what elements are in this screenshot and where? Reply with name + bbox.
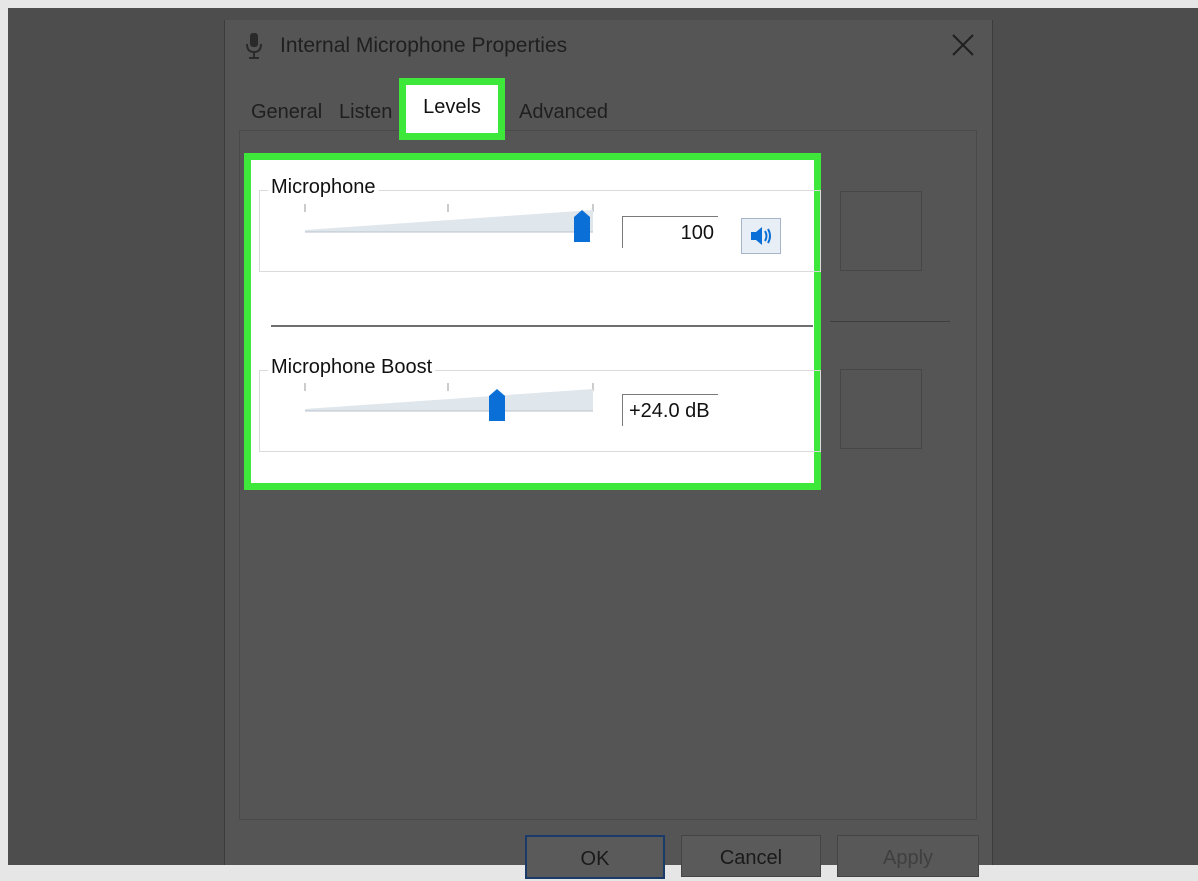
microphone-boost-slider[interactable] — [303, 383, 595, 421]
section-divider — [271, 325, 813, 327]
close-icon[interactable] — [950, 32, 976, 58]
microphone-level-slider[interactable] — [303, 204, 601, 242]
microphone-level-value[interactable]: 100 — [622, 216, 718, 248]
tab-advanced[interactable]: Advanced — [513, 98, 614, 127]
speaker-icon — [751, 227, 771, 245]
microphone-boost-label: Microphone Boost — [268, 356, 436, 379]
tab-listen[interactable]: Listen — [333, 98, 407, 127]
levels-panel: Microphone 100 Microphone Boost +24.0 dB — [244, 153, 821, 490]
panel-divider-edge — [830, 321, 950, 322]
cancel-button[interactable]: Cancel — [681, 835, 821, 877]
panel-edge — [840, 369, 922, 449]
microphone-boost-value[interactable]: +24.0 dB — [622, 394, 718, 426]
tab-levels[interactable]: Levels — [399, 78, 505, 140]
panel-edge — [840, 191, 922, 271]
microphone-icon — [246, 33, 262, 59]
tab-general[interactable]: General — [245, 98, 328, 127]
apply-button[interactable]: Apply — [837, 835, 979, 877]
tab-levels-label: Levels — [423, 96, 481, 118]
microphone-label: Microphone — [268, 176, 379, 199]
ok-button[interactable]: OK — [525, 835, 665, 879]
window-title: Internal Microphone Properties — [280, 34, 568, 57]
dialog-buttons: OK Cancel Apply — [225, 835, 992, 879]
microphone-mute-button[interactable] — [741, 218, 781, 254]
title-bar: Internal Microphone Properties — [225, 20, 992, 78]
microphone-boost-slider-thumb — [489, 389, 505, 421]
